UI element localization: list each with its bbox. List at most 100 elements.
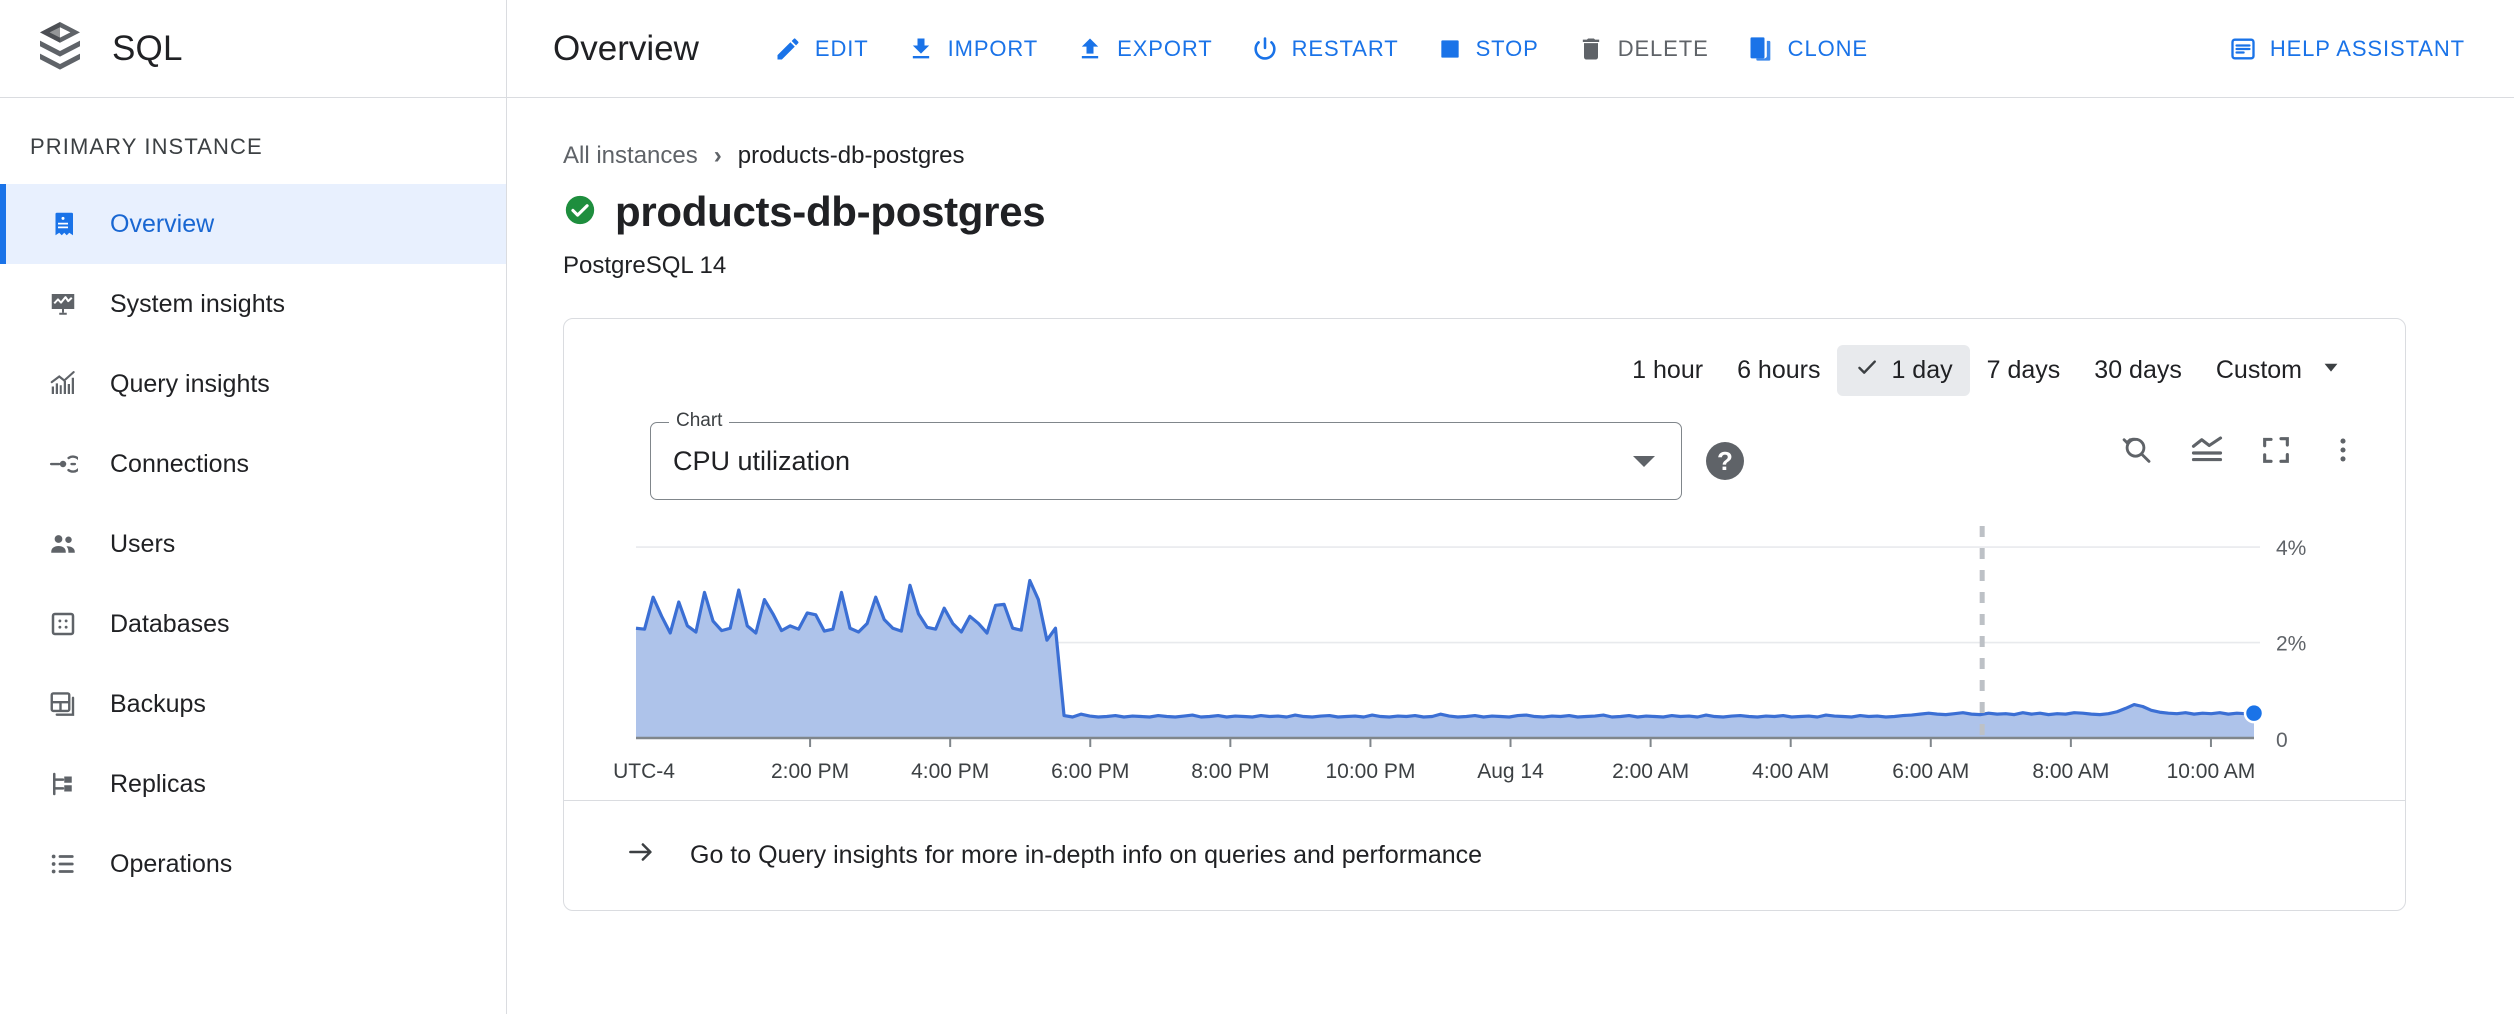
sidebar: PRIMARY INSTANCE Overview System insight… (0, 98, 507, 1014)
delete-button: DELETE (1558, 25, 1728, 73)
range-7-days[interactable]: 7 days (1970, 347, 2078, 394)
sidebar-item-connections[interactable]: Connections (0, 424, 506, 504)
connections-node-icon (46, 447, 80, 481)
top-bar: SQL Overview EDIT IMPORT EXPORT (0, 0, 2514, 98)
svg-text:4:00 AM: 4:00 AM (1752, 760, 1829, 783)
sidebar-heading: PRIMARY INSTANCE (0, 98, 506, 184)
sidebar-item-label: Operations (110, 850, 232, 879)
chart-header: Chart CPU utilization ? (564, 400, 2405, 500)
pencil-icon (774, 35, 802, 63)
stacked-lines-icon[interactable] (2189, 432, 2225, 468)
edit-label: EDIT (815, 36, 869, 62)
users-people-icon (46, 527, 80, 561)
breadcrumb-current: products-db-postgres (738, 142, 965, 170)
help-assistant-button[interactable]: HELP ASSISTANT (2210, 25, 2484, 73)
chevron-down-icon (1633, 456, 1655, 467)
clone-button[interactable]: CLONE (1728, 25, 1887, 73)
svg-text:10:00 PM: 10:00 PM (1325, 760, 1415, 783)
svg-text:10:00 AM: 10:00 AM (2167, 760, 2256, 783)
edit-button[interactable]: EDIT (755, 25, 888, 73)
export-upload-icon (1076, 35, 1104, 63)
export-label: EXPORT (1117, 36, 1212, 62)
sidebar-item-system-insights[interactable]: System insights (0, 264, 506, 344)
check-circle-icon (563, 193, 597, 232)
sidebar-item-label: Databases (110, 610, 230, 639)
range-label: 7 days (1987, 356, 2061, 385)
sidebar-item-query-insights[interactable]: Query insights (0, 344, 506, 424)
check-icon (1854, 354, 1880, 387)
replicas-branch-icon (46, 767, 80, 801)
export-button[interactable]: EXPORT (1057, 25, 1231, 73)
arrow-right-icon (624, 837, 658, 874)
chart-select-wrapper: Chart CPU utilization (650, 422, 1682, 500)
instance-engine-version: PostgreSQL 14 (563, 252, 2514, 280)
stop-label: STOP (1476, 36, 1539, 62)
help-circle-icon[interactable]: ? (1706, 442, 1744, 480)
sidebar-item-label: System insights (110, 290, 285, 319)
svg-text:Aug 14: Aug 14 (1477, 760, 1544, 783)
chevron-down-icon (2320, 356, 2342, 385)
range-label: 30 days (2094, 356, 2182, 385)
query-insights-link[interactable]: Go to Query insights for more in-depth i… (564, 800, 2405, 910)
sidebar-item-label: Overview (110, 210, 214, 239)
import-label: IMPORT (948, 36, 1039, 62)
time-range-selector: 1 hour 6 hours 1 day 7 days (564, 319, 2405, 400)
sidebar-item-label: Users (110, 530, 175, 559)
clone-icon (1747, 35, 1775, 63)
range-label: 1 day (1891, 356, 1952, 385)
delete-label: DELETE (1618, 36, 1709, 62)
range-label: 1 hour (1632, 356, 1703, 385)
svg-text:4%: 4% (2276, 537, 2306, 560)
clone-label: CLONE (1788, 36, 1868, 62)
sidebar-item-label: Query insights (110, 370, 270, 399)
trash-icon (1577, 35, 1605, 63)
sql-stack-icon (36, 20, 84, 77)
overview-book-icon (46, 207, 80, 241)
sidebar-item-users[interactable]: Users (0, 504, 506, 584)
metrics-card: 1 hour 6 hours 1 day 7 days (563, 318, 2406, 911)
svg-text:8:00 AM: 8:00 AM (2032, 760, 2109, 783)
range-1-hour[interactable]: 1 hour (1615, 347, 1720, 394)
restart-button[interactable]: RESTART (1232, 25, 1418, 73)
svg-text:6:00 PM: 6:00 PM (1051, 760, 1129, 783)
sidebar-item-operations[interactable]: Operations (0, 824, 506, 904)
main-content: All instances › products-db-postgres pro… (507, 98, 2514, 1014)
sidebar-item-replicas[interactable]: Replicas (0, 744, 506, 824)
sidebar-item-backups[interactable]: Backups (0, 664, 506, 744)
fullscreen-icon[interactable] (2259, 433, 2293, 467)
page-title: Overview (553, 29, 699, 69)
range-30-days[interactable]: 30 days (2077, 347, 2199, 394)
power-restart-icon (1251, 35, 1279, 63)
chart-tools (2119, 432, 2359, 490)
brand-area: SQL (0, 0, 507, 97)
svg-text:0: 0 (2276, 729, 2288, 752)
svg-text:2%: 2% (2276, 633, 2306, 656)
more-vert-icon[interactable] (2327, 434, 2359, 466)
sidebar-item-label: Backups (110, 690, 206, 719)
help-assistant-icon (2229, 35, 2257, 63)
chart-select-value: CPU utilization (673, 446, 850, 477)
svg-text:4:00 PM: 4:00 PM (911, 760, 989, 783)
reset-zoom-icon[interactable] (2119, 432, 2155, 468)
range-custom[interactable]: Custom (2199, 347, 2359, 394)
stop-button[interactable]: STOP (1418, 26, 1558, 72)
sidebar-item-label: Replicas (110, 770, 206, 799)
breadcrumb-separator-icon: › (714, 142, 722, 170)
cpu-utilization-chart[interactable]: 2%4%0UTC-42:00 PM4:00 PM6:00 PM8:00 PM10… (564, 500, 2405, 800)
range-1-day[interactable]: 1 day (1837, 345, 1969, 396)
sidebar-item-databases[interactable]: Databases (0, 584, 506, 664)
chart-select-label: Chart (669, 410, 729, 432)
chart-select[interactable]: Chart CPU utilization (650, 422, 1682, 500)
breadcrumb-all-instances[interactable]: All instances (563, 142, 698, 170)
chart-canvas: 2%4%0UTC-42:00 PM4:00 PM6:00 PM8:00 PM10… (564, 510, 2404, 810)
import-button[interactable]: IMPORT (888, 25, 1058, 73)
sidebar-item-overview[interactable]: Overview (0, 184, 506, 264)
breadcrumb: All instances › products-db-postgres (563, 142, 2514, 170)
svg-text:6:00 AM: 6:00 AM (1892, 760, 1969, 783)
svg-text:2:00 AM: 2:00 AM (1612, 760, 1689, 783)
sidebar-item-label: Connections (110, 450, 249, 479)
svg-text:UTC-4: UTC-4 (613, 760, 675, 783)
stop-square-icon (1437, 36, 1463, 62)
range-6-hours[interactable]: 6 hours (1720, 347, 1837, 394)
page-title-instance: products-db-postgres (615, 188, 1045, 236)
